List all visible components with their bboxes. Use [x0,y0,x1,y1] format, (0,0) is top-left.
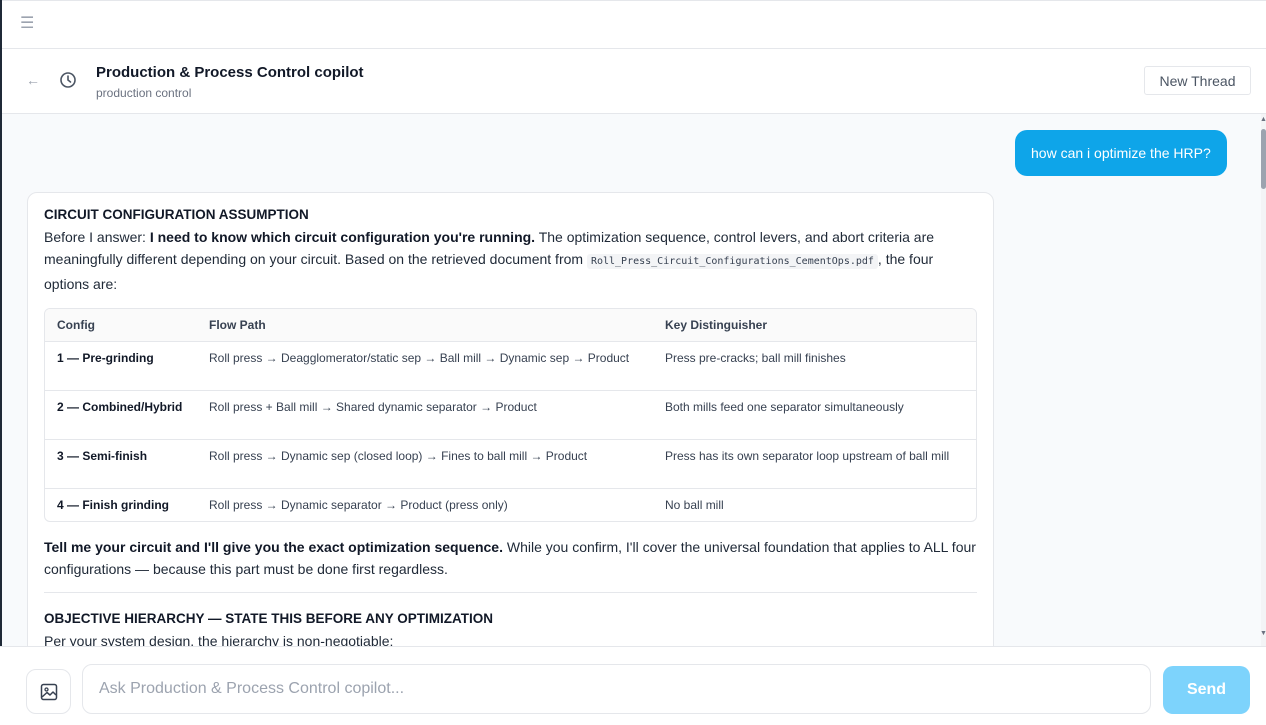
column-header-key-distinguisher: Key Distinguisher [653,309,976,342]
clock-history-icon[interactable] [59,71,77,89]
intro-prefix: Before I answer: [44,229,150,245]
circuit-config-table: Config Flow Path Key Distinguisher 1 — P… [44,308,977,522]
table-cell-config: 4 — Finish grinding [57,497,169,512]
table-cell-config: 3 — Semi-finish [45,439,197,489]
chat-scrollbar[interactable] [1261,114,1266,646]
send-button[interactable]: Send [1163,666,1250,714]
section-heading-circuit: CIRCUIT CONFIGURATION ASSUMPTION [44,207,309,222]
table-cell-distinguisher: No ball mill [665,497,724,512]
arrow-left-icon[interactable]: ← [26,72,40,88]
table-cell-flow-path: Roll press → Dynamic sep (closed loop) →… [197,439,653,489]
followup-bold: Tell me your circuit and I'll give you t… [44,538,503,555]
scroll-down-arrow-icon[interactable]: ▼ [1260,630,1266,637]
table-cell-flow-path: Roll press → Dynamic separator → Product… [209,497,508,512]
assistant-message-card: CIRCUIT CONFIGURATION ASSUMPTION Before … [27,192,994,646]
table-cell-flow-path: Roll press + Ball mill → Shared dynamic … [197,390,653,440]
message-composer: Send [0,646,1266,725]
intro-paragraph: Before I answer: I need to know which ci… [44,226,977,295]
table-header-row: Config Flow Path Key Distinguisher [45,309,976,342]
table-row: 1 — Pre-grinding Roll press → Deagglomer… [45,341,976,391]
image-upload-button[interactable] [26,669,71,714]
new-thread-button[interactable]: New Thread [1144,66,1251,95]
hamburger-menu-icon[interactable]: ☰ [20,15,34,33]
page-subtitle: production control [96,86,192,100]
table-cell-distinguisher: Press has its own separator loop upstrea… [653,439,976,489]
table-row: 2 — Combined/Hybrid Roll press + Ball mi… [45,390,976,440]
image-upload-icon [40,683,58,701]
table-row: 3 — Semi-finish Roll press → Dynamic sep… [45,439,976,489]
truncated-paragraph: Per your system design, the hierarchy is… [44,632,394,647]
column-header-config: Config [45,309,197,342]
scrollbar-thumb[interactable] [1261,129,1266,189]
table-cell-config: 2 — Combined/Hybrid [45,390,197,440]
page-title: Production & Process Control copilot [96,64,364,81]
chat-scroll-area[interactable]: how can i optimize the HRP? CIRCUIT CONF… [2,114,1262,646]
table-cell-distinguisher: Press pre-cracks; ball mill finishes [653,341,976,391]
user-message-bubble: how can i optimize the HRP? [1015,130,1227,176]
section-heading-objective: OBJECTIVE HIERARCHY — STATE THIS BEFORE … [44,610,494,626]
table-cell-distinguisher: Both mills feed one separator simultaneo… [653,390,976,440]
thread-header: ← Production & Process Control copilot p… [2,49,1266,114]
table-row: 4 — Finish grinding Roll press → Dynamic… [45,488,976,521]
column-header-flow-path: Flow Path [197,309,653,342]
top-bar: ☰ [2,0,1266,49]
document-filename-code: Roll_Press_Circuit_Configurations_Cement… [586,254,878,269]
followup-paragraph: Tell me your circuit and I'll give you t… [44,536,977,580]
chat-input[interactable] [82,664,1151,714]
table-cell-flow-path: Roll press → Deagglomerator/static sep →… [197,341,653,391]
scroll-up-arrow-icon[interactable]: ▲ [1260,116,1266,123]
table-cell-config: 1 — Pre-grinding [45,341,197,391]
intro-bold: I need to know which circuit configurati… [149,229,536,245]
section-divider [44,591,977,593]
